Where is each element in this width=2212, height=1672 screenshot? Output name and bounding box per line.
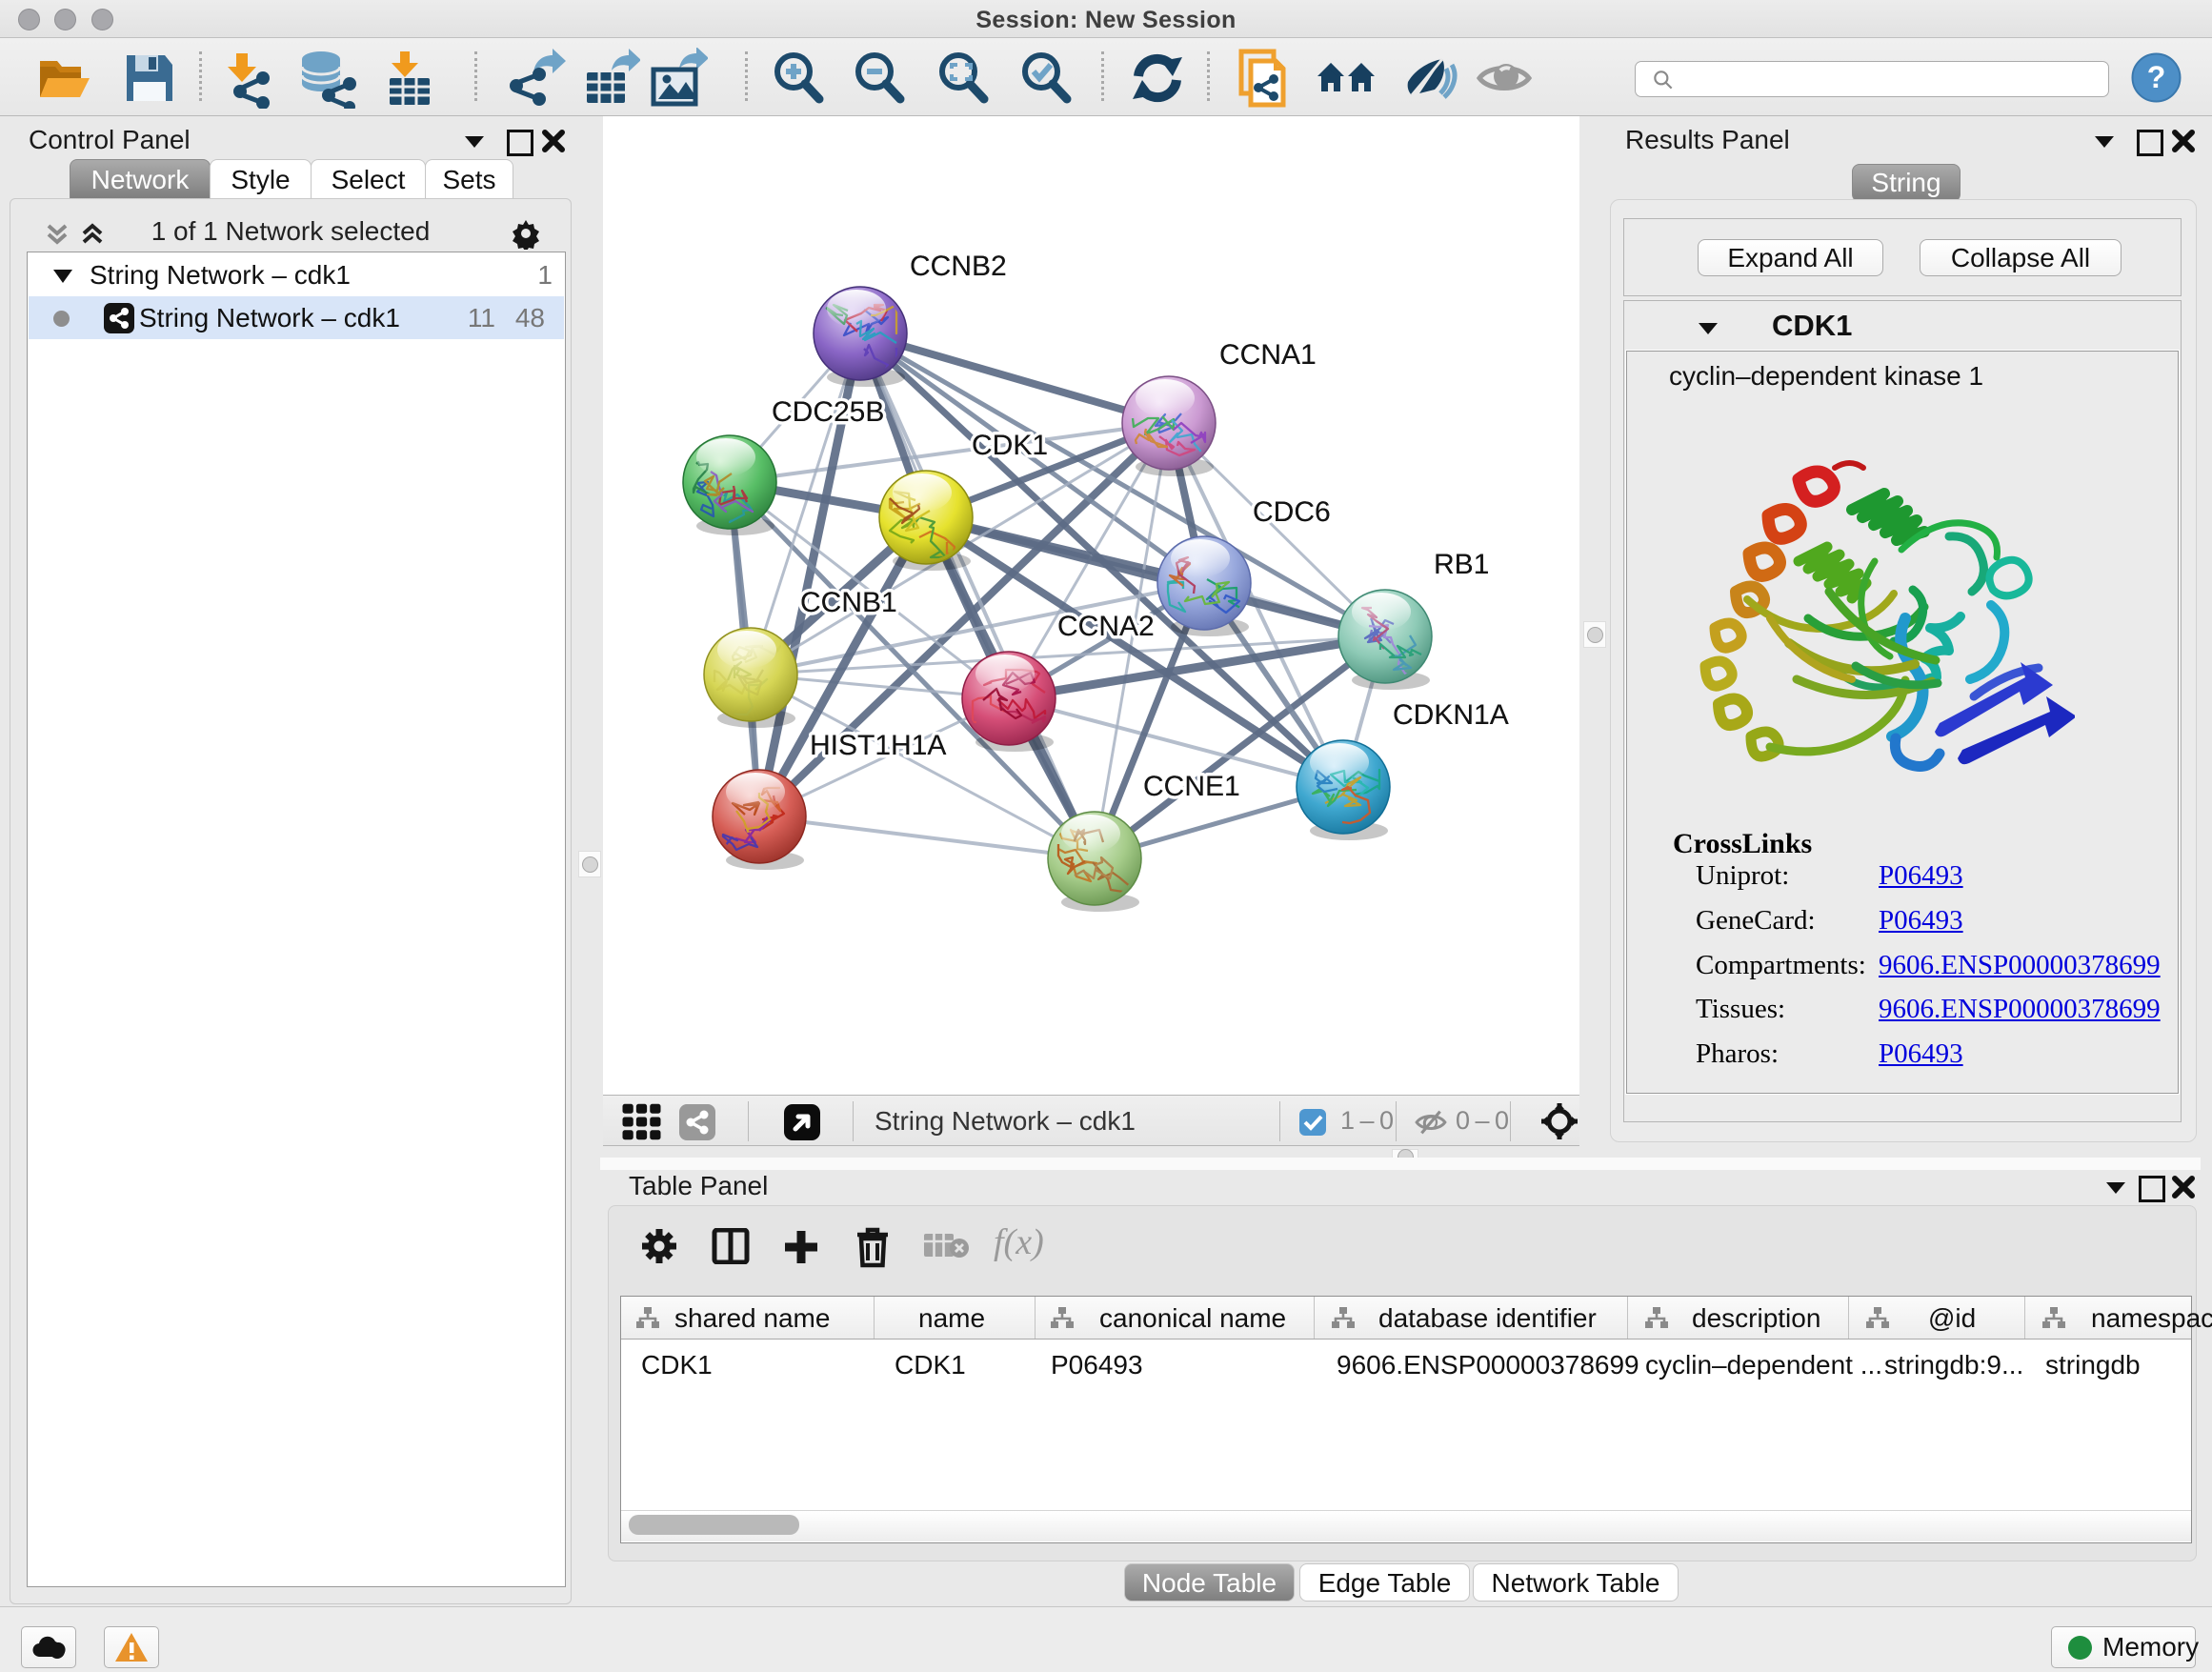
svg-text:CCNB2: CCNB2 [910, 251, 1007, 282]
svg-text:CDK1: CDK1 [972, 430, 1048, 461]
svg-text:CCNE1: CCNE1 [1143, 771, 1240, 802]
svg-text:CCNA2: CCNA2 [1057, 611, 1155, 642]
svg-text:CCNA1: CCNA1 [1219, 339, 1317, 371]
svg-text:CDC6: CDC6 [1253, 496, 1331, 528]
svg-text:CDC25B: CDC25B [772, 396, 884, 428]
svg-text:RB1: RB1 [1434, 549, 1489, 580]
svg-text:CCNB1: CCNB1 [800, 587, 897, 618]
svg-text:HIST1H1A: HIST1H1A [810, 730, 946, 761]
svg-text:CDKN1A: CDKN1A [1393, 699, 1509, 731]
